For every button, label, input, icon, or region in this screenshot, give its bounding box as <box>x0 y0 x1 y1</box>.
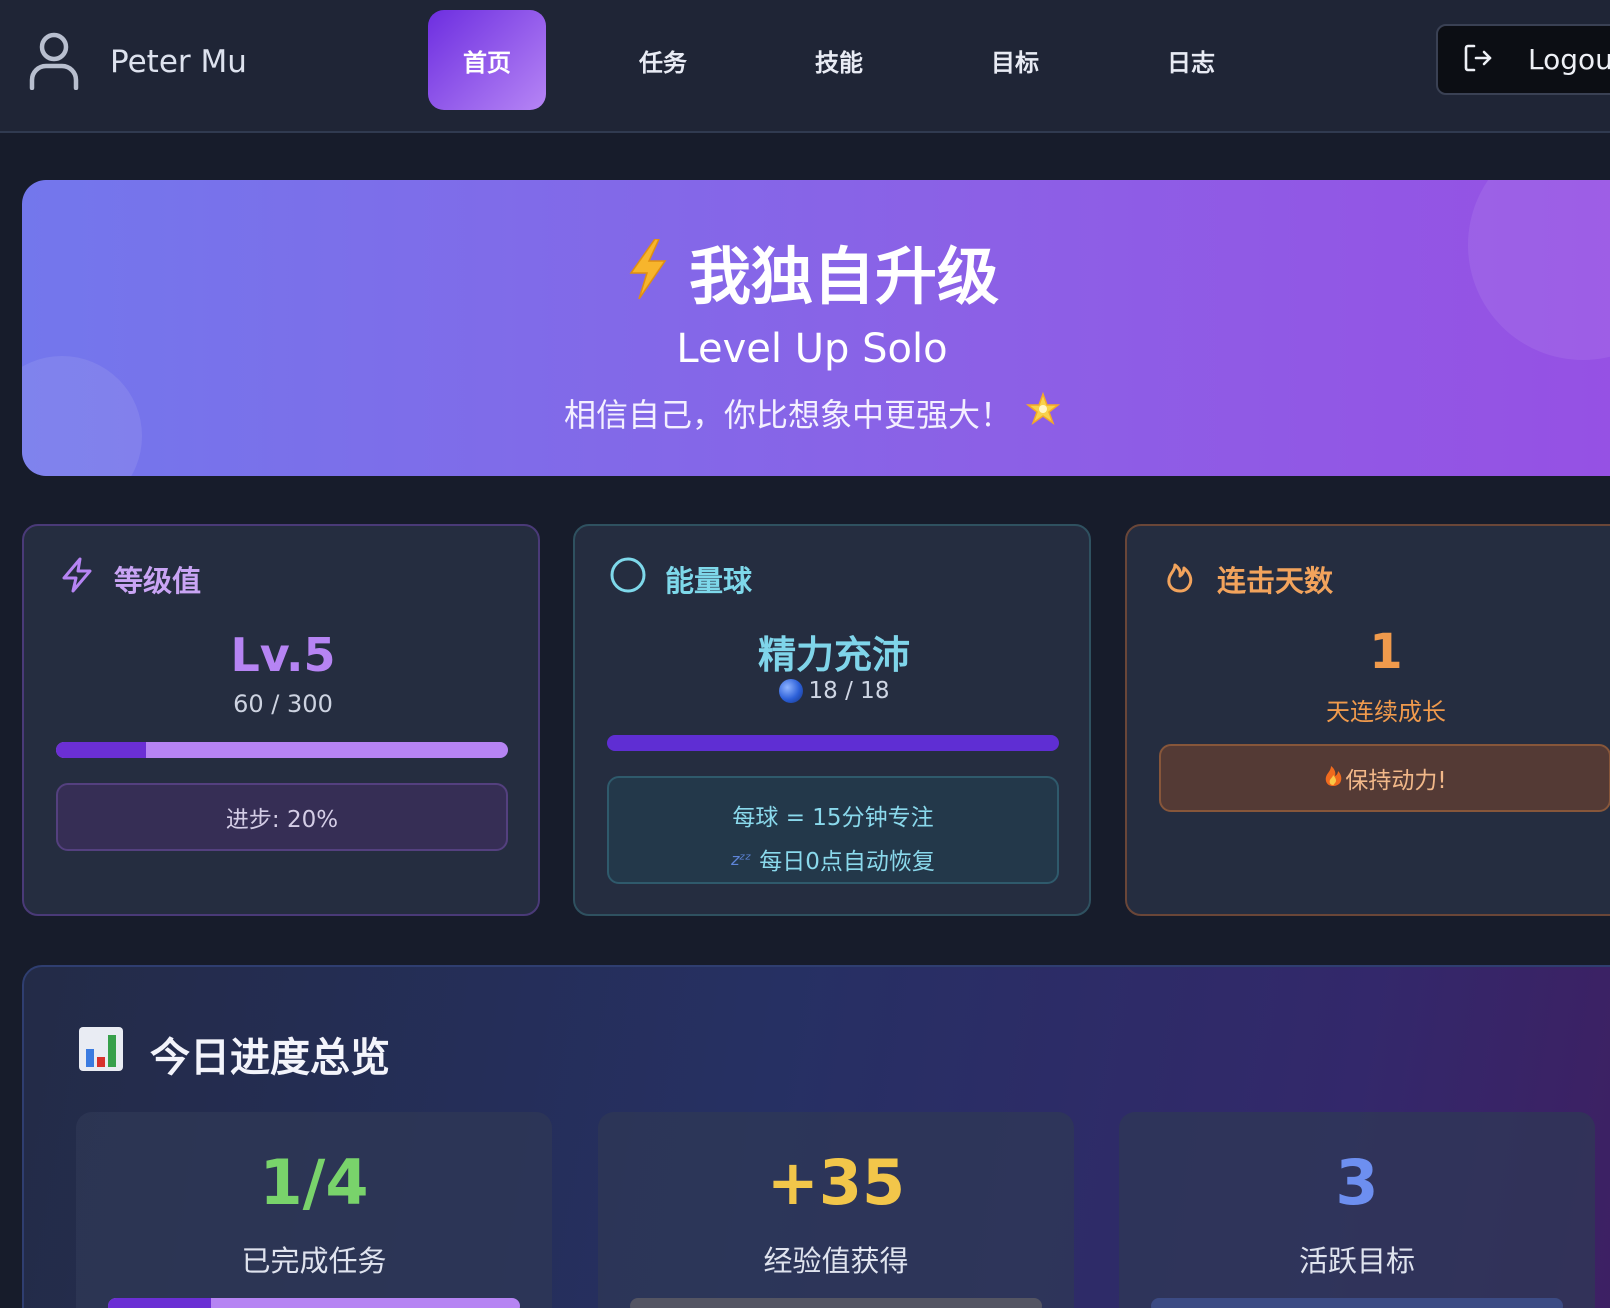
user-icon <box>28 30 80 94</box>
streak-value: 1 <box>1369 624 1403 680</box>
energy-count-row: 18 / 18 <box>575 678 1093 704</box>
circle-icon <box>609 556 665 601</box>
tasks-progress-fill <box>108 1298 211 1308</box>
user-name: Peter Mu <box>110 44 247 80</box>
logout-button[interactable]: Logout <box>1436 24 1610 95</box>
streak-badge-text: 保持动力! <box>1345 768 1447 794</box>
energy-status: 精力充沛 <box>757 633 910 677</box>
goals-progress-bar <box>1151 1298 1563 1308</box>
level-progress-badge: 进步: 20% <box>56 783 508 851</box>
lightning-outline-icon <box>58 556 114 601</box>
tasks-progress-bar <box>108 1298 520 1308</box>
nav-logs[interactable]: 日志 <box>1132 10 1250 110</box>
hero-title: 我独自升级 <box>688 240 999 313</box>
star-icon <box>1012 391 1061 434</box>
level-card-title: 等级值 <box>114 563 202 598</box>
streak-card-title: 连击天数 <box>1217 563 1334 598</box>
energy-card-header: 能量球 <box>609 556 752 601</box>
tasks-completed-label: 已完成任务 <box>241 1244 387 1278</box>
nav-goals[interactable]: 目标 <box>956 10 1074 110</box>
energy-orb-icon <box>778 679 803 703</box>
overview-title: 今日进度总览 <box>150 1035 390 1081</box>
sleep-icon: zᶻᶻ <box>731 849 752 869</box>
level-card: 等级值 Lv.5 60 / 300 进步: 20% <box>22 524 540 916</box>
level-card-header: 等级值 <box>58 556 201 601</box>
flame-icon <box>1161 556 1217 601</box>
energy-progress-fill <box>607 735 1059 751</box>
streak-subtitle: 天连续成长 <box>1326 698 1446 726</box>
energy-card: 能量球 精力充沛 18 / 18 每球 = 15分钟专注 zᶻᶻ 每日0点自动恢… <box>573 524 1091 916</box>
level-value: Lv.5 <box>230 628 336 682</box>
hero-motto: 相信自己，你比想象中更强大！ <box>22 390 1602 436</box>
overview-card-goals: 3 活跃目标 <box>1119 1112 1595 1308</box>
nav-skills[interactable]: 技能 <box>780 10 898 110</box>
hero-subtitle: Level Up Solo <box>676 326 948 372</box>
nav-home[interactable]: 首页 <box>428 10 546 110</box>
energy-progress-bar <box>607 735 1059 751</box>
active-goals-label: 活跃目标 <box>1298 1244 1415 1278</box>
main-nav: 首页 任务 技能 目标 日志 <box>428 10 1308 110</box>
logout-label: Logout <box>1528 43 1610 76</box>
lightning-icon <box>625 238 671 303</box>
streak-card: 连击天数 1 天连续成长 保持动力! <box>1125 524 1610 916</box>
level-progress-fill <box>56 742 147 758</box>
overview-card-xp: +35 经验值获得 <box>598 1112 1074 1308</box>
xp-gained-value: +35 <box>766 1146 906 1219</box>
fire-emoji-icon <box>1323 763 1345 793</box>
nav-tasks[interactable]: 任务 <box>604 10 722 110</box>
energy-info-line2: 每日0点自动恢复 <box>759 849 935 875</box>
top-navigation-bar: Peter Mu 首页 任务 技能 目标 日志 Logout <box>0 0 1610 133</box>
user-profile[interactable]: Peter Mu <box>28 30 247 94</box>
energy-info-line1: 每球 = 15分钟专注 <box>732 805 934 831</box>
logout-icon <box>1462 42 1494 78</box>
hero-content: 我独自升级 Level Up Solo 相信自己，你比想象中更强大！ <box>22 226 1610 436</box>
streak-badge: 保持动力! <box>1159 744 1610 812</box>
level-progress-bar <box>56 742 508 758</box>
today-overview-panel: 今日进度总览 1/4 已完成任务 +35 经验值获得 3 活跃目标 <box>22 965 1610 1308</box>
active-goals-value: 3 <box>1335 1146 1379 1219</box>
overview-card-tasks: 1/4 已完成任务 <box>76 1112 552 1308</box>
energy-info-line2-row: zᶻᶻ 每日0点自动恢复 <box>609 842 1057 876</box>
xp-progress-bar <box>630 1298 1042 1308</box>
motto-text: 相信自己，你比想象中更强大！ <box>563 396 1012 434</box>
bar-chart-icon <box>78 1025 150 1083</box>
hero-banner: 我独自升级 Level Up Solo 相信自己，你比想象中更强大！ <box>22 180 1610 476</box>
energy-info-box: 每球 = 15分钟专注 zᶻᶻ 每日0点自动恢复 <box>607 776 1059 884</box>
level-xp: 60 / 300 <box>233 690 333 718</box>
tasks-completed-value: 1/4 <box>259 1146 369 1219</box>
energy-card-title: 能量球 <box>665 563 753 598</box>
streak-card-header: 连击天数 <box>1161 556 1333 601</box>
overview-header: 今日进度总览 <box>78 1025 390 1083</box>
energy-count: 18 / 18 <box>808 678 890 704</box>
xp-gained-label: 经验值获得 <box>763 1244 909 1278</box>
